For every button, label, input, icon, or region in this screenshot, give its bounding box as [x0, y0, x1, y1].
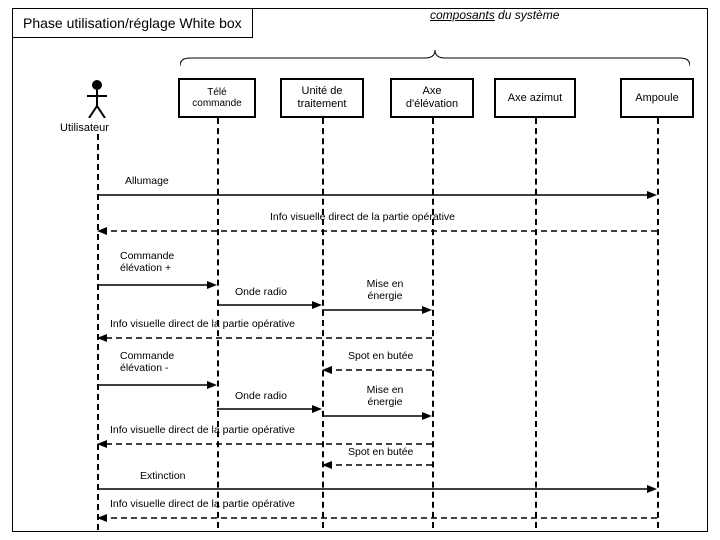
lifeline-axe-elevation [432, 118, 434, 528]
group-label: composants du système [430, 8, 559, 22]
msg-mise-2: Mise en énergie [350, 384, 420, 408]
msg-info-2: Info visuelle direct de la partie opérat… [110, 318, 295, 330]
msg-mise-1: Mise en énergie [350, 278, 420, 302]
participant-telecommande: Télé commande [178, 78, 256, 118]
msg-extinction: Extinction [140, 470, 186, 482]
arrow-extinction [97, 484, 657, 494]
msg-allumage: Allumage [125, 175, 169, 187]
msg-onde-2: Onde radio [235, 390, 287, 402]
arrow-onde-2 [217, 404, 322, 414]
arrow-spot-1 [322, 365, 432, 375]
group-label-rest: du système [495, 8, 560, 22]
arrow-mise-1 [322, 305, 432, 315]
arrow-info-1 [97, 226, 657, 236]
msg-onde-1: Onde radio [235, 286, 287, 298]
curly-bracket-icon [180, 48, 690, 66]
participant-unite: Unité de traitement [280, 78, 364, 118]
participant-ampoule: Ampoule [620, 78, 694, 118]
msg-cmd-plus: Commande élévation + [120, 250, 210, 274]
msg-info-1: Info visuelle direct de la partie opérat… [270, 211, 455, 223]
msg-info-4: Info visuelle direct de la partie opérat… [110, 498, 295, 510]
participant-axe-elevation: Axe d'élévation [390, 78, 474, 118]
actor-label: Utilisateur [60, 122, 109, 134]
lifeline-ampoule [657, 118, 659, 528]
arrow-allumage [97, 190, 657, 200]
arrow-cmd-plus [97, 280, 217, 290]
actor-icon [82, 78, 112, 118]
msg-cmd-minus: Commande élévation - [120, 350, 210, 374]
msg-spot-2: Spot en butée [348, 446, 413, 458]
arrow-cmd-minus [97, 380, 217, 390]
group-label-word1: composants [430, 8, 495, 22]
arrow-onde-1 [217, 300, 322, 310]
msg-info-3: Info visuelle direct de la partie opérat… [110, 424, 295, 436]
arrow-spot-2 [322, 460, 432, 470]
arrow-mise-2 [322, 411, 432, 421]
lifeline-axe-azimut [535, 118, 537, 528]
participant-axe-azimut: Axe azimut [494, 78, 576, 118]
arrow-info-2 [97, 333, 432, 343]
diagram-title: Phase utilisation/réglage White box [12, 8, 253, 38]
msg-spot-1: Spot en butée [348, 350, 413, 362]
arrow-info-4 [97, 513, 657, 523]
